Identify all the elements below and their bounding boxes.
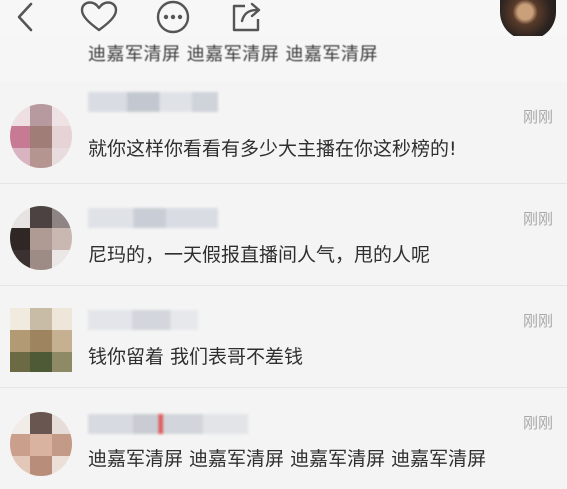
avatar[interactable] — [10, 308, 72, 372]
back-icon[interactable] — [8, 0, 42, 34]
comment-text: 尼玛的，一天假报直播间人气，甩的人呢 — [88, 244, 431, 266]
comment-time: 刚刚 — [522, 210, 553, 228]
avatar[interactable] — [500, 0, 556, 40]
comment-time: 刚刚 — [522, 108, 553, 126]
comment-text: 就你这样你看看有多少大主播在你这秒榜的! — [88, 138, 457, 160]
avatar[interactable] — [10, 412, 72, 476]
comment-time: 刚刚 — [522, 312, 553, 330]
username-blurred[interactable] — [88, 208, 218, 228]
username-blurred[interactable] — [88, 310, 198, 330]
comment-text: 迪嘉军清屏 迪嘉军清屏 迪嘉军清屏 迪嘉军清屏 — [88, 448, 487, 470]
share-icon[interactable] — [226, 0, 266, 34]
comment-item[interactable]: 刚刚 钱你留着 我们表哥不差钱 — [0, 285, 567, 387]
username-blurred[interactable] — [88, 92, 218, 112]
previous-comment-strip: 迪嘉军清屏 迪嘉军清屏 迪嘉军清屏 — [0, 36, 567, 82]
comment-text: 钱你留着 我们表哥不差钱 — [88, 346, 304, 368]
comment-item[interactable]: 刚刚 就你这样你看看有多少大主播在你这秒榜的! — [0, 82, 567, 183]
more-icon[interactable] — [154, 0, 192, 34]
avatar[interactable] — [10, 206, 72, 270]
comment-item[interactable]: 刚刚 迪嘉军清屏 迪嘉军清屏 迪嘉军清屏 迪嘉军清屏 — [0, 387, 567, 489]
comment-time: 刚刚 — [522, 414, 553, 432]
username-blurred[interactable] — [88, 414, 248, 434]
avatar[interactable] — [10, 104, 72, 168]
comment-list: 刚刚 就你这样你看看有多少大主播在你这秒榜的! 刚刚 尼玛的，一天假报直播间人气… — [0, 82, 567, 489]
heart-icon[interactable] — [78, 0, 120, 34]
previous-comment-text: 迪嘉军清屏 迪嘉军清屏 迪嘉军清屏 — [88, 44, 378, 65]
comment-item[interactable]: 刚刚 尼玛的，一天假报直播间人气，甩的人呢 — [0, 183, 567, 285]
